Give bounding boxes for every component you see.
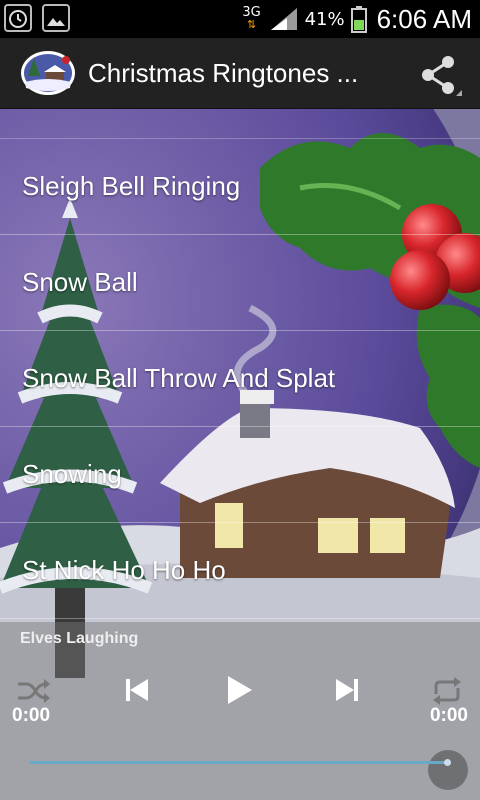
repeat-icon[interactable]	[430, 670, 464, 710]
ringtone-item[interactable]: Snow Ball Throw And Splat	[0, 331, 480, 427]
app-title: Christmas Ringtones ...	[88, 58, 359, 88]
media-player: Elves Laughing 0:00 0:00	[0, 622, 480, 800]
list-divider	[0, 108, 480, 139]
gallery-icon	[42, 4, 70, 32]
signal-icon	[270, 8, 297, 30]
ringtone-list: Sleigh Bell Ringing Snow Ball Snow Ball …	[0, 108, 480, 619]
battery-percent: 41%	[304, 8, 345, 30]
action-bar: Christmas Ringtones ...	[0, 38, 480, 109]
ringtone-label: Snow Ball Throw And Splat	[22, 363, 336, 393]
duration-time: 0:00	[429, 705, 468, 726]
alarm-icon	[4, 4, 32, 32]
ringtone-item[interactable]: St Nick Ho Ho Ho	[0, 523, 480, 619]
next-icon[interactable]	[326, 670, 366, 710]
christmas-scene-icon[interactable]	[20, 50, 76, 96]
ringtone-item[interactable]: Snowing	[0, 427, 480, 523]
ringtone-item[interactable]: Snow Ball	[0, 235, 480, 331]
status-bar: 3G ⇅ 41% 6:06 AM	[0, 0, 480, 38]
seek-handle-glow	[428, 750, 468, 790]
ringtone-item[interactable]: Sleigh Bell Ringing	[0, 139, 480, 235]
network-type: 3G ⇅	[241, 6, 263, 31]
shuffle-icon[interactable]	[16, 670, 50, 710]
ringtone-label: St Nick Ho Ho Ho	[22, 555, 226, 585]
elapsed-time: 0:00	[12, 705, 51, 726]
now-playing-title: Elves Laughing	[20, 630, 139, 647]
data-activity-icon: ⇅	[246, 18, 257, 31]
ringtone-label: Snow Ball	[22, 267, 138, 297]
seek-bar[interactable]	[30, 761, 450, 764]
ringtone-label: Snowing	[22, 459, 122, 489]
share-icon[interactable]	[416, 52, 462, 98]
ringtone-label: Sleigh Bell Ringing	[22, 171, 241, 201]
clock: 6:06 AM	[376, 3, 472, 34]
battery-icon	[350, 6, 367, 33]
previous-icon[interactable]	[118, 670, 158, 710]
seek-thumb[interactable]	[444, 759, 451, 766]
play-icon[interactable]	[218, 670, 258, 710]
